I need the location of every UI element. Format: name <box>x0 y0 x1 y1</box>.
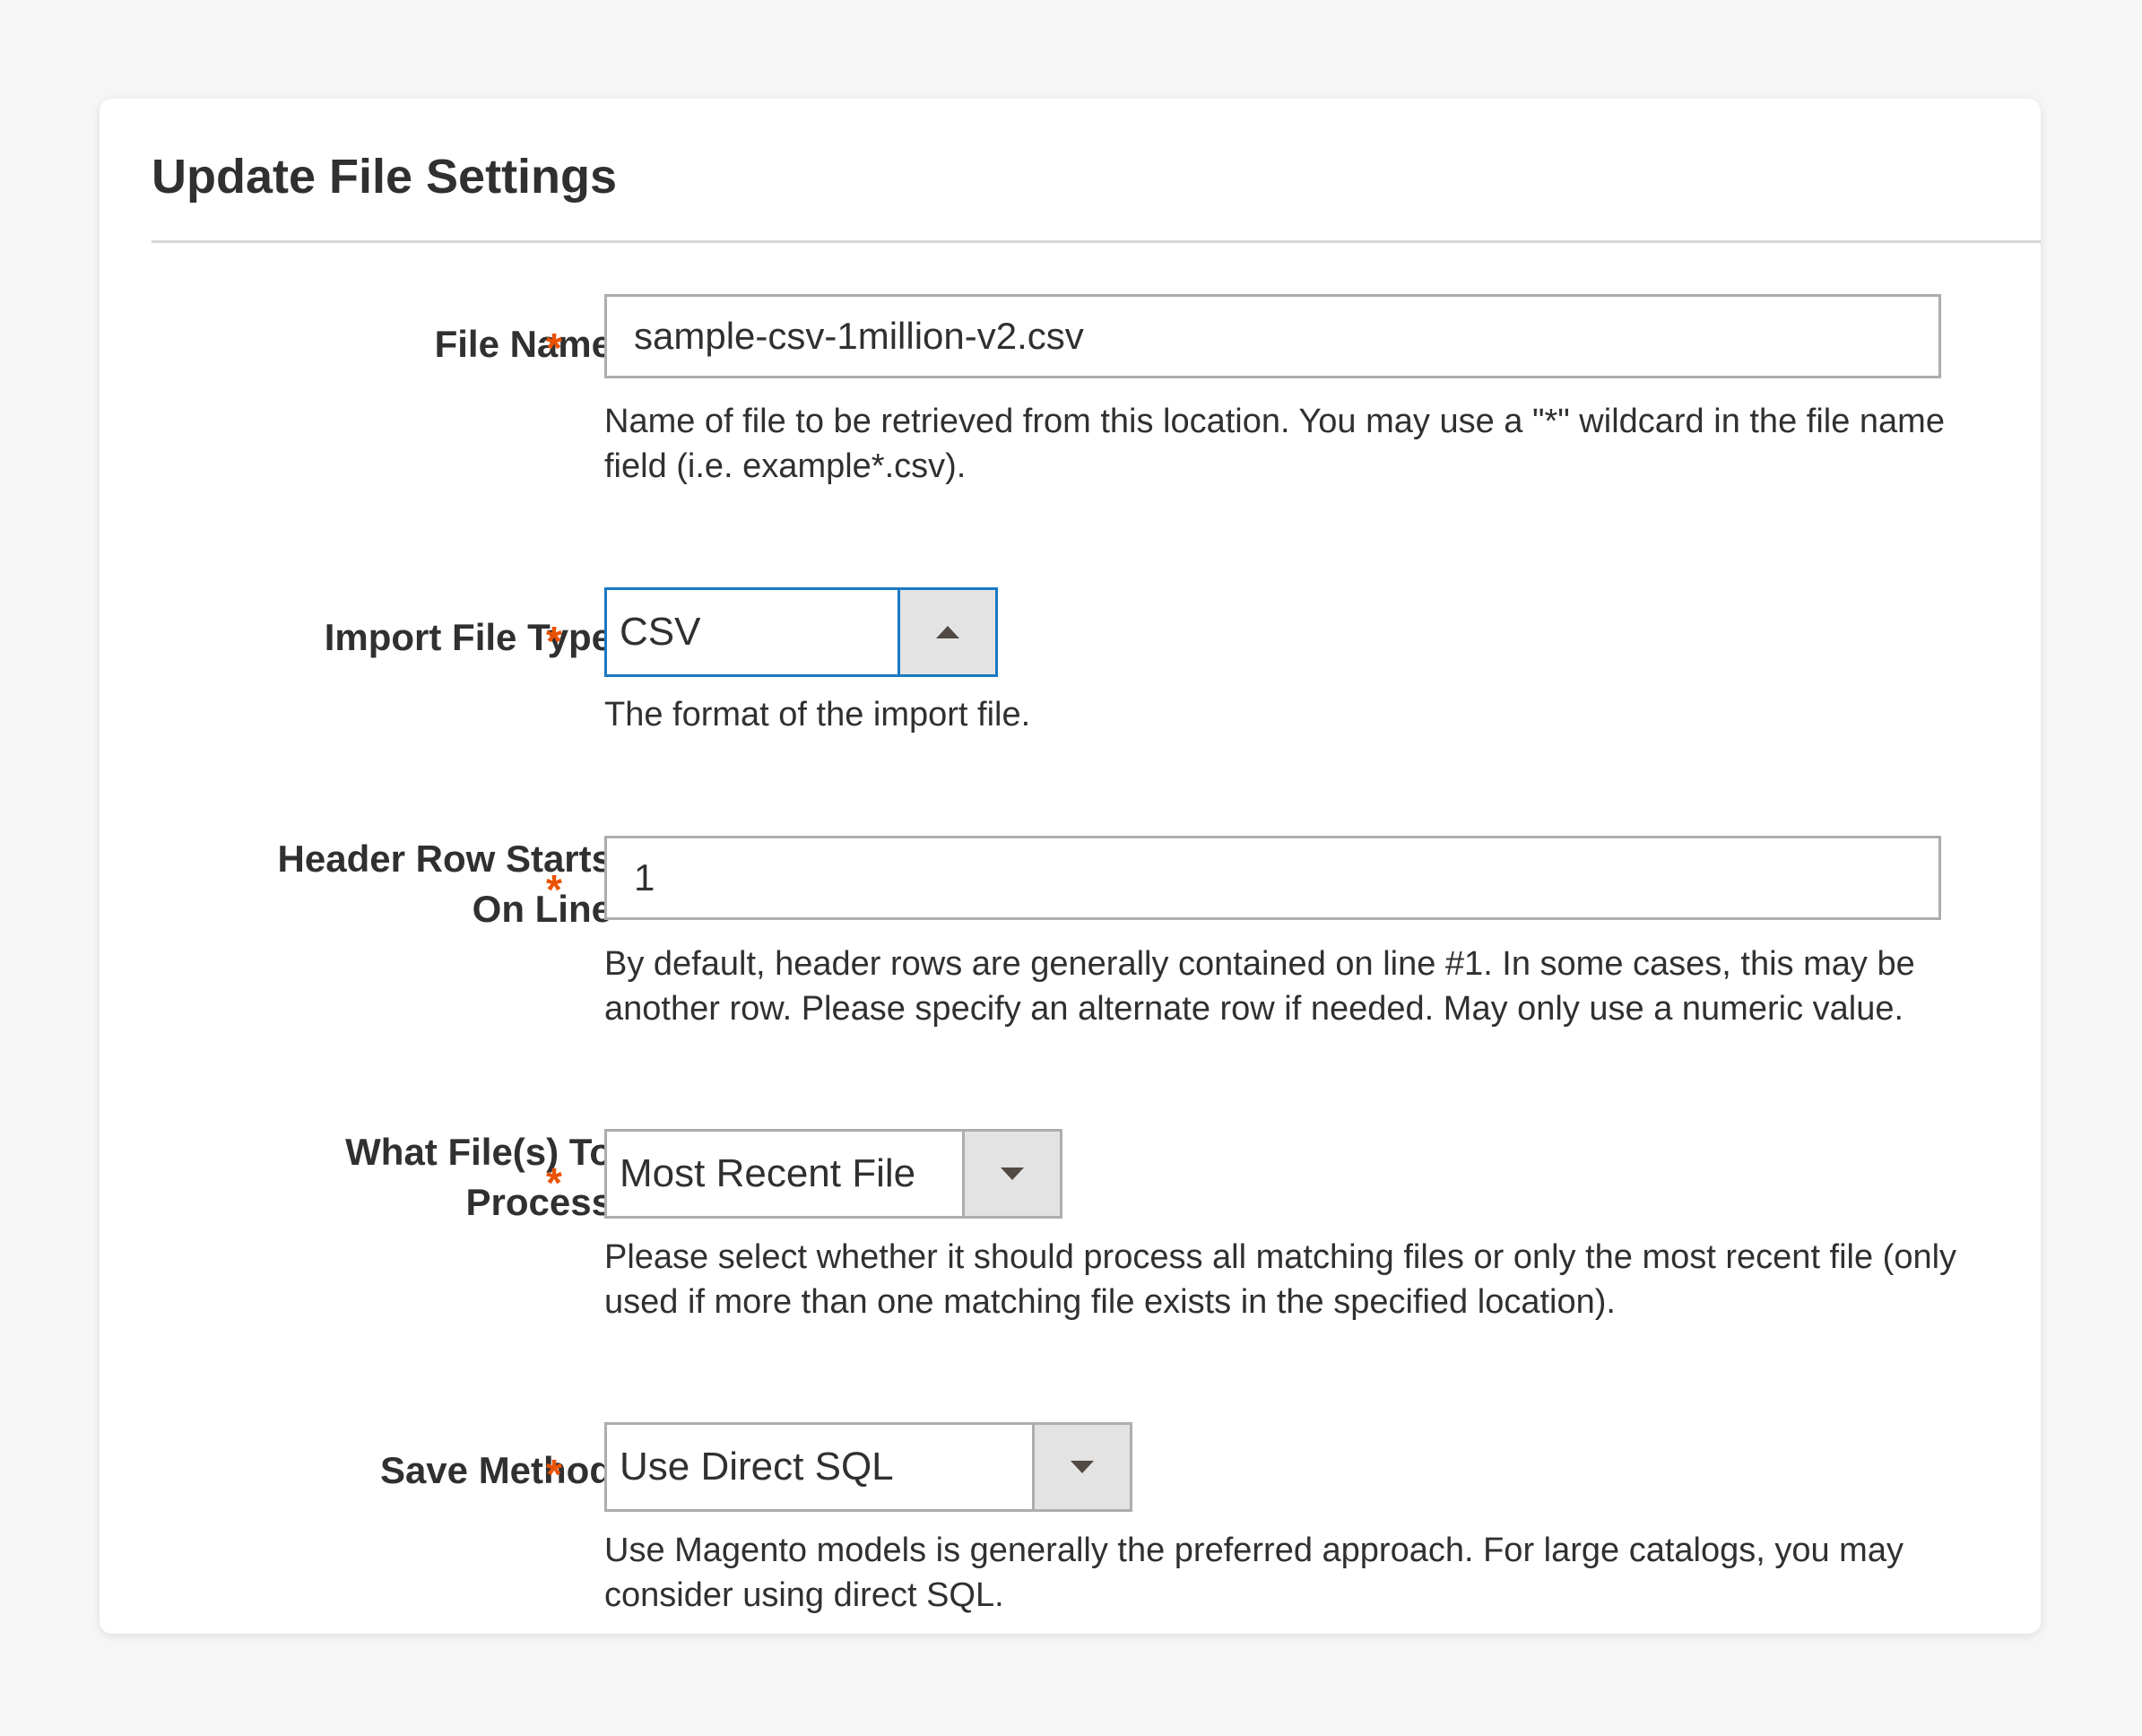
panel-title: Update File Settings <box>152 150 618 204</box>
import-file-type-label: Import File Type <box>325 612 612 663</box>
import-file-type-required-marker: * <box>546 618 562 664</box>
what-files-required-marker: * <box>546 1159 562 1206</box>
file-name-required-marker: * <box>546 325 562 371</box>
header-row-note: By default, header rows are generally co… <box>604 945 1915 1028</box>
what-files-value: Most Recent File <box>620 1151 916 1195</box>
update-file-settings-panel: Update File Settings File Name * sample-… <box>100 99 2041 1634</box>
save-method-toggle[interactable] <box>1032 1425 1130 1509</box>
file-name-input[interactable]: sample-csv-1million-v2.csv <box>604 294 1941 378</box>
file-name-label-text: File Name <box>434 323 612 365</box>
what-files-note: Please select whether it should process … <box>604 1238 1957 1321</box>
caret-up-icon <box>936 626 959 638</box>
header-row-input[interactable]: 1 <box>604 836 1941 920</box>
file-name-label: File Name <box>435 319 612 369</box>
file-name-note: Name of file to be retrieved from this l… <box>604 403 1945 485</box>
title-divider <box>152 240 2041 243</box>
save-method-note: Use Magento models is generally the pref… <box>604 1532 1904 1614</box>
save-method-label: Save Method <box>380 1445 612 1496</box>
what-files-label-line1: What File(s) To <box>345 1131 612 1173</box>
import-file-type-note: The format of the import file. <box>604 696 1031 733</box>
caret-down-icon <box>1071 1461 1094 1473</box>
import-file-type-select[interactable]: CSV <box>604 587 998 677</box>
save-method-select[interactable]: Use Direct SQL <box>604 1422 1132 1512</box>
import-file-type-value: CSV <box>620 610 701 654</box>
caret-down-icon <box>1001 1167 1024 1180</box>
what-files-label-line2: Process <box>465 1181 612 1223</box>
header-row-required-marker: * <box>546 866 562 913</box>
what-files-toggle[interactable] <box>962 1132 1060 1216</box>
file-name-value: sample-csv-1million-v2.csv <box>634 315 1084 357</box>
save-method-label-text: Save Method <box>379 1449 612 1491</box>
import-file-type-toggle[interactable] <box>898 590 995 674</box>
save-method-required-marker: * <box>546 1451 562 1497</box>
save-method-value: Use Direct SQL <box>620 1445 894 1489</box>
header-row-value: 1 <box>634 856 655 898</box>
what-files-label: What File(s) To Process <box>345 1127 612 1228</box>
what-files-select[interactable]: Most Recent File <box>604 1129 1062 1219</box>
import-file-type-label-text: Import File Type <box>324 616 612 658</box>
